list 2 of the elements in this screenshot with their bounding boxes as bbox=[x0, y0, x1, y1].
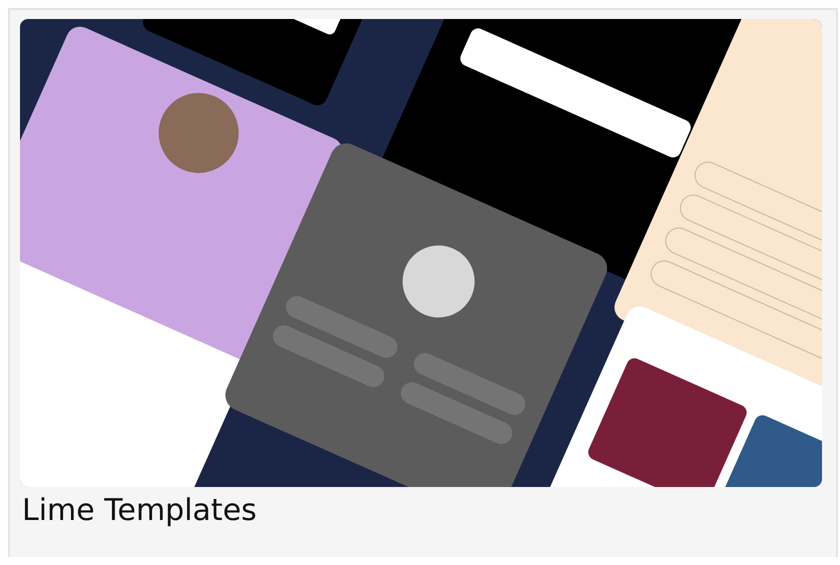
template-card[interactable]: Lime Templates bbox=[8, 8, 838, 557]
card-title: Lime Templates bbox=[21, 493, 257, 528]
